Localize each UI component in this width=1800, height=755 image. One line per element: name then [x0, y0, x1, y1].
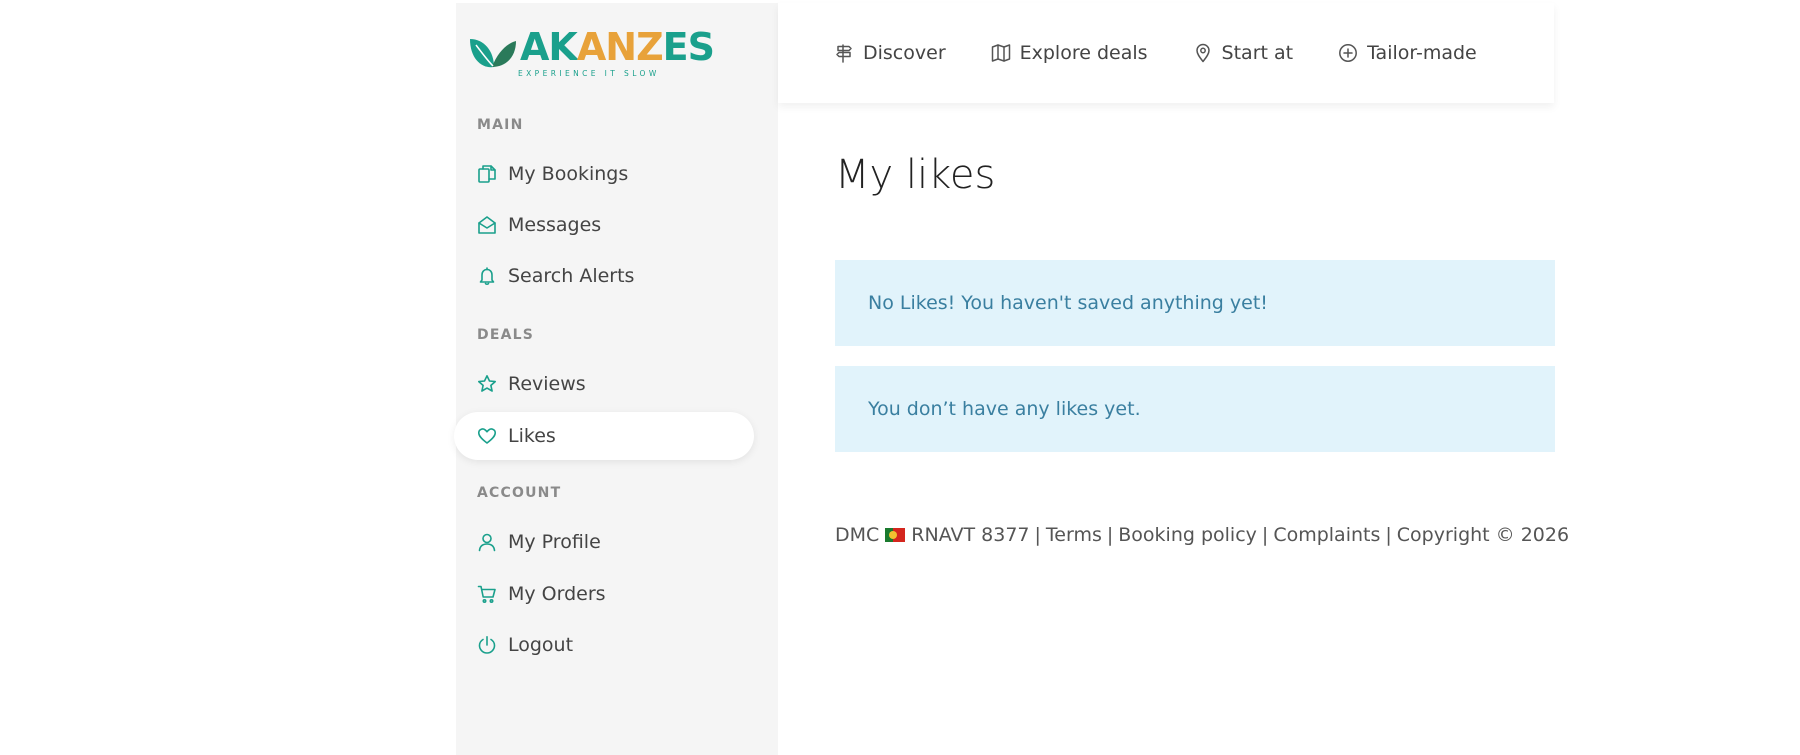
leaf-logo-icon [470, 39, 516, 68]
footer: DMC RNAVT 8377 | Terms | Booking policy … [835, 524, 1570, 546]
no-likes-alert: No Likes! You haven't saved anything yet… [835, 260, 1555, 346]
nav-start-at[interactable]: Start at [1192, 42, 1294, 64]
sidebar-item-my-profile[interactable]: My Profile [454, 518, 754, 566]
power-icon [476, 634, 498, 656]
footer-link-terms[interactable]: Terms [1046, 524, 1102, 546]
sidebar-item-my-bookings[interactable]: My Bookings [454, 150, 754, 198]
section-title-deals: DEALS [477, 327, 535, 343]
bell-icon [476, 265, 498, 287]
brand-logo[interactable]: AKANZES EXPERIENCE IT SLOW [468, 25, 715, 83]
sidebar-item-likes[interactable]: Likes [454, 412, 754, 460]
sidebar-item-search-alerts[interactable]: Search Alerts [454, 252, 754, 300]
logo-wordmark: AKANZES [520, 25, 715, 69]
cart-icon [476, 583, 498, 605]
sidebar-item-reviews[interactable]: Reviews [454, 360, 754, 408]
footer-rnavt: RNAVT 8377 [911, 524, 1030, 546]
sidebar-item-label: My Profile [508, 531, 601, 553]
nav-tailor-made[interactable]: Tailor-made [1337, 42, 1477, 64]
footer-link-complaints[interactable]: Complaints [1273, 524, 1380, 546]
sidebar-item-label: Reviews [508, 373, 586, 395]
footer-copyright: Copyright © 2026 [1396, 524, 1570, 546]
sidebar-item-label: My Bookings [508, 163, 629, 185]
nav-label: Discover [863, 42, 946, 64]
sidebar: AKANZES EXPERIENCE IT SLOW MAIN My Booki… [454, 3, 778, 755]
nav-label: Tailor-made [1367, 42, 1477, 64]
sidebar-item-label: Messages [508, 214, 602, 236]
section-title-account: ACCOUNT [477, 485, 562, 501]
empty-likes-alert: You don’t have any likes yet. [835, 366, 1555, 452]
plus-circle-icon [1337, 42, 1359, 64]
footer-link-booking-policy[interactable]: Booking policy [1118, 524, 1257, 546]
documents-icon [476, 163, 498, 185]
portugal-flag-icon [885, 528, 906, 542]
user-icon [476, 531, 498, 553]
nav-discover[interactable]: Discover [833, 42, 946, 64]
nav-explore-deals[interactable]: Explore deals [990, 42, 1148, 64]
page-title: My likes [835, 152, 996, 198]
sidebar-item-my-orders[interactable]: My Orders [454, 570, 754, 618]
nav-label: Start at [1221, 42, 1294, 64]
section-title-main: MAIN [477, 117, 524, 133]
sidebar-item-label: Search Alerts [508, 265, 635, 287]
sidebar-item-label: My Orders [508, 583, 606, 605]
nav-label: Explore deals [1019, 42, 1148, 64]
sidebar-item-label: Likes [508, 425, 556, 447]
heart-icon [476, 425, 498, 447]
star-icon [476, 373, 498, 395]
envelope-icon [476, 214, 498, 236]
signpost-icon [833, 42, 855, 64]
map-icon [990, 42, 1012, 64]
location-pin-icon [1192, 42, 1214, 64]
top-navigation: Discover Explore deals Start at Tailor-m… [778, 3, 1554, 103]
footer-dmc-label: DMC [835, 524, 880, 546]
sidebar-item-messages[interactable]: Messages [454, 201, 754, 249]
sidebar-item-logout[interactable]: Logout [454, 621, 754, 669]
logo-tagline: EXPERIENCE IT SLOW [518, 69, 660, 78]
sidebar-item-label: Logout [508, 634, 574, 656]
